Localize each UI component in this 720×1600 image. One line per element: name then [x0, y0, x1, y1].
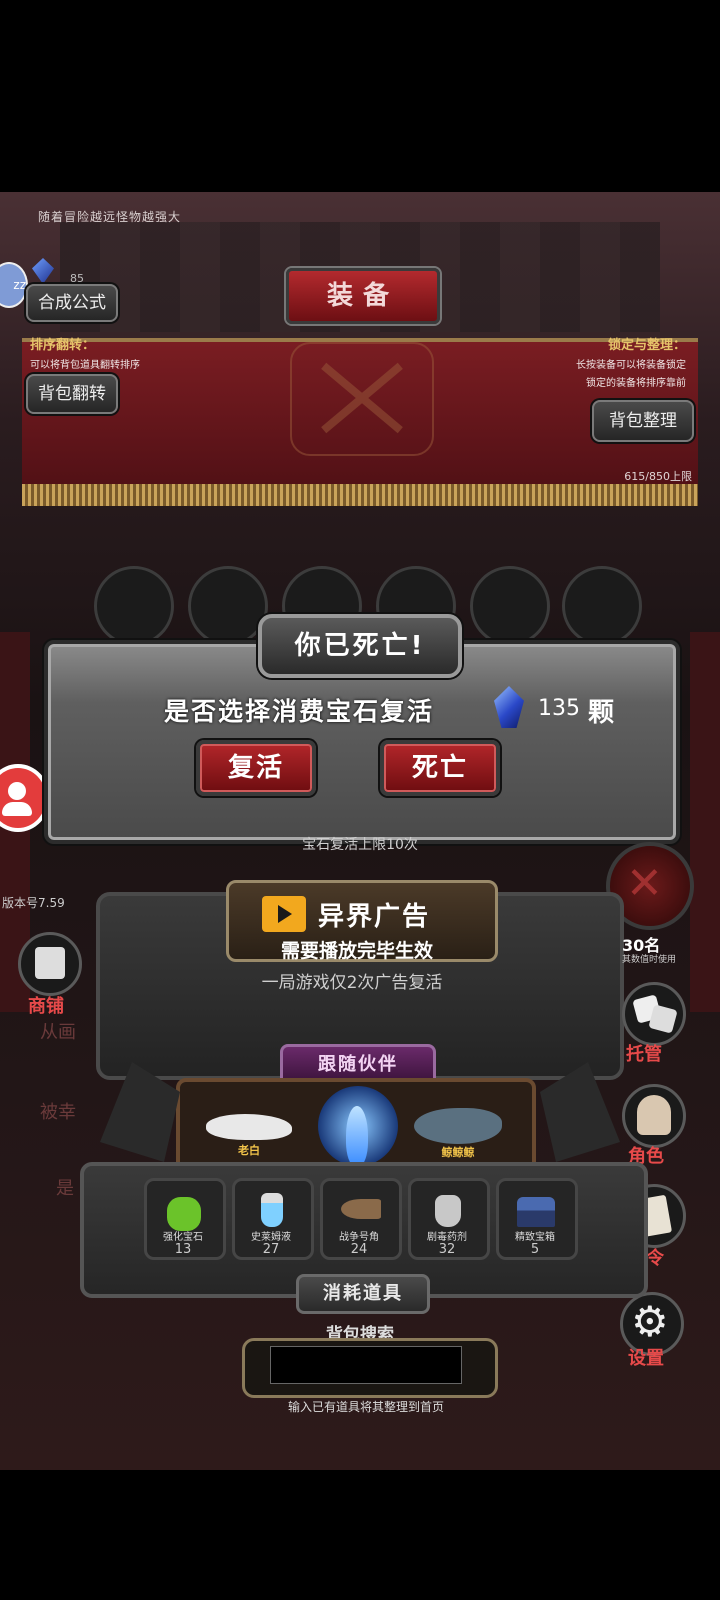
- potion-bottle-icon: [261, 1193, 283, 1227]
- banner-fringe: [22, 484, 698, 506]
- whale-icon: [414, 1108, 502, 1144]
- game-screen: 随着冒险越远怪物越强大 zz 85 装备 合成公式 排序翻转： 可以将背包道具翻…: [0, 192, 720, 1470]
- consumable-name: 精致宝箱: [515, 1232, 555, 1243]
- companion-slot[interactable]: [318, 1086, 398, 1166]
- white-dolphin-icon: [206, 1114, 292, 1140]
- close-icon: ✕: [626, 858, 663, 909]
- equip-slot[interactable]: [470, 566, 550, 646]
- craft-formula-button[interactable]: 合成公式: [26, 284, 118, 322]
- companion-slot[interactable]: 鲸鲸鲸: [408, 1086, 508, 1166]
- consumables-header: 消耗道具: [296, 1274, 430, 1314]
- crossed-swords-crest-icon: [290, 342, 434, 456]
- companion-slot[interactable]: 老白: [200, 1086, 298, 1166]
- ad-revive-subtitle: 需要播放完毕生效: [280, 940, 433, 962]
- faded-text: 是: [56, 1178, 74, 1199]
- shop-button[interactable]: [18, 932, 82, 996]
- death-title: 你已死亡!: [258, 614, 462, 678]
- sort-flip-title: 排序翻转：: [30, 338, 96, 353]
- version-label: 版本号7.59: [2, 896, 65, 910]
- companion-name: 老白: [238, 1144, 260, 1157]
- consumable-count: 32: [438, 1242, 456, 1257]
- consumable-count: 13: [174, 1242, 192, 1257]
- consumable-slot[interactable]: 强化宝石 13: [138, 1178, 228, 1268]
- bag-search-hint: 输入已有道具将其整理到首页: [287, 1400, 444, 1414]
- page-title: 装备: [286, 268, 440, 324]
- equip-slot[interactable]: [94, 566, 174, 646]
- war-horn-icon: [341, 1199, 381, 1219]
- consumable-slot[interactable]: 战争号角 24: [314, 1178, 404, 1268]
- equip-slot[interactable]: [188, 566, 268, 646]
- consumable-count: 5: [530, 1242, 540, 1257]
- gem-amount: 135: [538, 696, 580, 721]
- revive-question: 是否选择消费宝石复活: [164, 697, 435, 726]
- consumable-name: 强化宝石: [163, 1232, 203, 1243]
- consumable-slot[interactable]: 精致宝箱 5: [490, 1178, 580, 1268]
- user-icon: [8, 782, 26, 800]
- spirit-flame-icon: [346, 1106, 368, 1166]
- sort-flip-desc: 可以将背包道具翻转排序: [30, 360, 140, 371]
- shop-label: 商铺: [28, 996, 64, 1017]
- companion-name: 鲸鲸鲸: [441, 1146, 475, 1159]
- floating-user-button[interactable]: [0, 764, 50, 832]
- die-button[interactable]: 死亡: [380, 740, 500, 796]
- shop-icon: [35, 947, 65, 979]
- auto-play-button[interactable]: [622, 982, 686, 1046]
- revive-limit: 宝石复活上限10次: [302, 837, 418, 853]
- consumable-slot[interactable]: 史莱姆液 27: [226, 1178, 316, 1268]
- bag-flip-button[interactable]: 背包翻转: [26, 374, 118, 414]
- tip-text: 随着冒险越远怪物越强大: [38, 210, 182, 224]
- ad-revive-note: 一局游戏仅2次广告复活: [261, 973, 443, 993]
- consumable-name: 史莱姆液: [251, 1232, 291, 1243]
- lock-desc-1: 长按装备可以将装备锁定: [576, 360, 686, 371]
- consumable-name: 战争号角: [339, 1232, 379, 1243]
- settings-label: 设置: [628, 1348, 664, 1369]
- treasure-chest-icon: [517, 1197, 555, 1227]
- revive-button[interactable]: 复活: [196, 740, 316, 796]
- ad-revive-title: 异界广告: [318, 902, 431, 932]
- consumable-count: 24: [350, 1242, 368, 1257]
- player-avatar[interactable]: zz: [0, 262, 28, 308]
- consumable-name: 剧毒药剂: [427, 1232, 467, 1243]
- character-button[interactable]: [622, 1084, 686, 1148]
- video-ad-icon: [262, 896, 306, 932]
- bag-search-input[interactable]: [270, 1346, 462, 1384]
- lock-sort-title: 锁定与整理：: [607, 338, 686, 353]
- auto-play-label: 托管: [626, 1044, 662, 1065]
- gem-icon: [32, 258, 54, 284]
- faded-text: 从画: [40, 1022, 76, 1043]
- consumable-slot[interactable]: 剧毒药剂 32: [402, 1178, 492, 1268]
- poison-flask-icon: [435, 1195, 461, 1227]
- bag-capacity: 615/850上限: [624, 470, 692, 483]
- faded-text: 被幸: [40, 1102, 76, 1123]
- green-gem-icon: [167, 1197, 201, 1231]
- hooded-figure-icon: [637, 1095, 671, 1135]
- rank-counter-note: 其数值时使用: [622, 955, 677, 965]
- consumable-count: 27: [262, 1242, 280, 1257]
- gem-unit: 颗: [588, 698, 615, 728]
- equip-slot[interactable]: [562, 566, 642, 646]
- lock-desc-2: 锁定的装备将排序靠前: [586, 378, 686, 389]
- bag-sort-button[interactable]: 背包整理: [592, 400, 694, 442]
